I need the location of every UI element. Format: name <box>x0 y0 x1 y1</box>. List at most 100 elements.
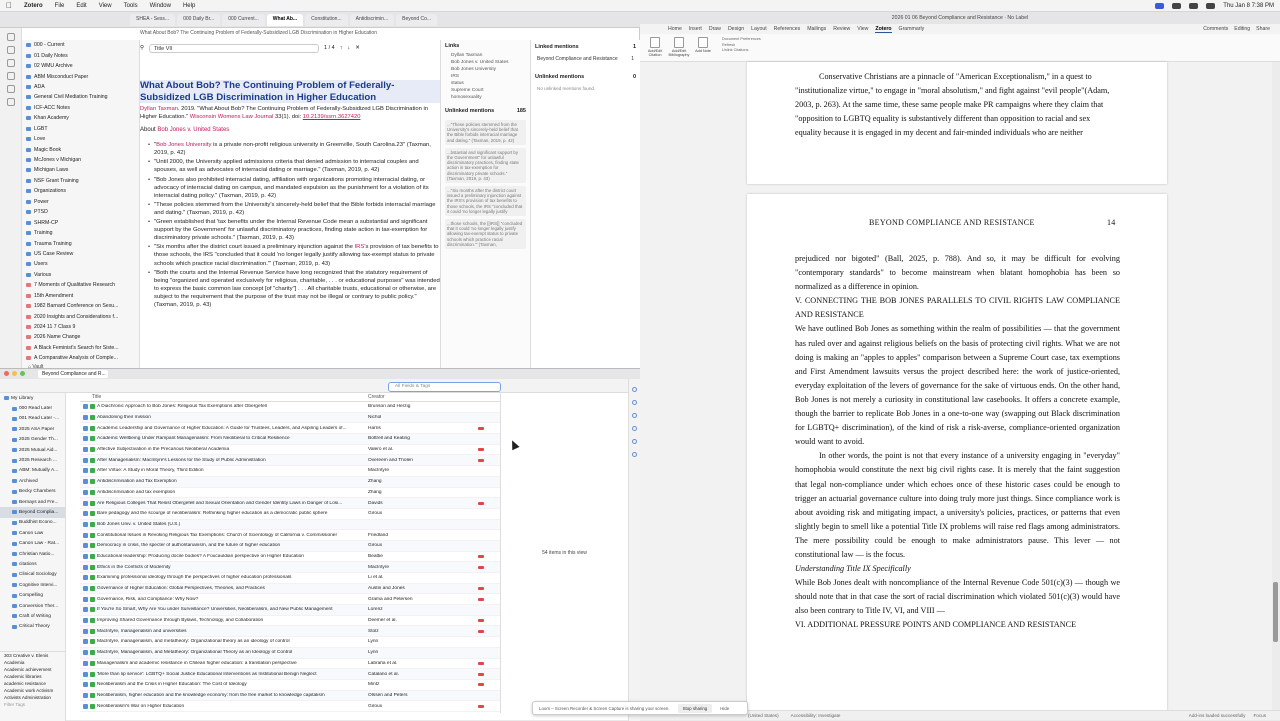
pdf-icon[interactable] <box>478 501 484 505</box>
table-row[interactable]: Ethics in the Conflicts of Modernity MacI… <box>80 562 500 573</box>
ribbon-tab-view[interactable]: View <box>857 26 868 32</box>
ribbon-tab-mailings[interactable]: Mailings <box>807 26 826 32</box>
tag-filter-input[interactable]: Filter Tags <box>0 701 65 708</box>
pdf-icon[interactable] <box>478 597 484 601</box>
table-row[interactable]: Academic Wellbeing Under Rampant Manager… <box>80 434 500 445</box>
ribbon-tab-grammarly[interactable]: Grammarly <box>899 26 925 32</box>
table-row[interactable]: Neoliberalism and the Crisis in Higher E… <box>80 680 500 691</box>
action-comments-button[interactable]: Comments <box>1203 26 1228 32</box>
library-collection[interactable]: Christian Natio... <box>0 549 65 559</box>
tab-note[interactable]: SHEA - Sess... <box>130 13 176 26</box>
pdf-icon[interactable] <box>478 661 484 665</box>
tag-item[interactable]: Academic libraries <box>0 673 65 680</box>
table-row[interactable]: Academic Leadership and Governance of Hi… <box>80 423 500 435</box>
collection-item[interactable]: Organizations <box>22 186 139 196</box>
collection-item[interactable]: ICF-ACC Notes <box>22 103 139 113</box>
library-collection[interactable]: 2025 Research ... <box>0 455 65 465</box>
doc-preferences-button[interactable]: Document Preferences <box>722 37 761 43</box>
table-row[interactable]: After Managerialism: MacIntyre's Lessons… <box>80 455 500 467</box>
table-row[interactable]: Antidiscrimination and Tax Exemption Zhan… <box>80 476 500 488</box>
journal-link[interactable]: Wisconsin Womens Law Journal <box>190 114 274 120</box>
find-input[interactable]: Title VII <box>149 43 320 53</box>
tag-item[interactable]: academic resistance <box>0 680 65 687</box>
library-collection[interactable]: Canon Law <box>0 528 65 538</box>
collection-item[interactable]: 1982 Barnard Conference on Sexu... <box>22 301 139 311</box>
about-link[interactable]: Bob Jones v. United States <box>157 127 229 133</box>
library-collection[interactable]: 2025 Gender Th... <box>0 435 65 445</box>
table-row[interactable]: Governance, Risk, and Compliance: Why No… <box>80 594 500 606</box>
table-row[interactable]: Bob Jones Univ. v. United States (U.S.) <box>80 519 500 531</box>
table-row[interactable]: Antidiscrimination and tax exemption Zhan… <box>80 488 500 499</box>
stop-sharing-button[interactable]: Stop sharing <box>677 703 713 713</box>
pdf-icon[interactable] <box>478 619 484 623</box>
close-window-icon[interactable] <box>4 371 9 376</box>
highlight-link[interactable]: Bob Jones University <box>156 142 211 148</box>
table-row[interactable]: 'More than lip service': LGBTQ+ Social J… <box>80 669 500 680</box>
library-collection[interactable]: 2025 Mutual Aid... <box>0 445 65 455</box>
ribbon-tab-layout[interactable]: Layout <box>751 26 767 32</box>
search-icon[interactable] <box>7 85 15 93</box>
tab-note[interactable]: Antidiscrimin... <box>349 13 395 26</box>
library-collection[interactable]: ABM: Mutually A... <box>0 466 65 476</box>
table-row[interactable]: MacIntyre, managerialism, and metatheory… <box>80 637 500 648</box>
add-citation-button[interactable]: Add/Edit Citation <box>644 36 666 57</box>
outgoing-link[interactable]: Bob Jones University <box>441 66 530 73</box>
collection-item[interactable]: Training <box>22 228 139 238</box>
collection-item[interactable]: Trauma Training <box>22 238 139 248</box>
library-collection[interactable]: Conversion Ther... <box>0 601 65 611</box>
table-row[interactable]: Affective Subjectivation in the Precario… <box>80 445 500 456</box>
library-collection[interactable]: Bernays and Fre... <box>0 497 65 507</box>
accessibility-status[interactable]: Accessibility: Investigate <box>791 713 841 718</box>
pdf-icon[interactable] <box>478 448 484 452</box>
table-row[interactable]: Neoliberalism's War on Higher Education G… <box>80 701 500 712</box>
column-creator[interactable]: Creator <box>368 394 478 400</box>
collection-item[interactable]: McJones v Michigan <box>22 155 139 165</box>
zoom-window-icon[interactable] <box>20 371 25 376</box>
add-bibliography-button[interactable]: Add/Edit Bibliography <box>668 36 690 57</box>
tag-item[interactable]: Activists Administration <box>0 694 65 701</box>
library-collection[interactable]: 2025 ASA Paper <box>0 424 65 434</box>
unlinked-mention[interactable]: ...those schools, the [[IRS]] "concluded… <box>445 219 526 250</box>
collection-item[interactable]: 01 Daily Notes <box>22 50 139 60</box>
ribbon-tab-design[interactable]: Design <box>728 26 744 32</box>
library-collection[interactable]: Compelling <box>0 590 65 600</box>
table-row[interactable]: Democracy in crisis, the specter of auth… <box>80 540 500 552</box>
ribbon-tab-home[interactable]: Home <box>668 26 682 32</box>
table-row[interactable]: Neoliberalism, higher education and the … <box>80 690 500 702</box>
ribbon-tab-zotero[interactable]: Zotero <box>875 26 892 33</box>
minimize-window-icon[interactable] <box>12 371 17 376</box>
unlinked-mention[interactable]: ..."Six months after the district court … <box>445 186 526 217</box>
table-row[interactable]: Governance of Higher Education: Global P… <box>80 583 500 595</box>
unlink-citations-button[interactable]: Unlink Citations <box>722 48 761 54</box>
tab-note[interactable]: Constitution... <box>305 13 348 26</box>
note-editor[interactable]: What About Bob? The Continuing Problem o… <box>140 80 440 370</box>
menu-tools[interactable]: Tools <box>124 3 138 9</box>
notes-icon[interactable] <box>7 46 15 54</box>
apple-menu-icon[interactable]:  <box>6 1 12 10</box>
outgoing-link[interactable]: Dyllan Taxman <box>441 52 530 59</box>
library-collection[interactable]: Archived <box>0 476 65 486</box>
settings-icon[interactable] <box>7 98 15 106</box>
collection-item[interactable]: 02 WMU Archive <box>22 61 139 71</box>
table-row[interactable]: Are Religious Colleges That Resist Oberg… <box>80 498 500 509</box>
ribbon-tab-insert[interactable]: Insert <box>689 26 702 32</box>
tag-item[interactable]: Academic achievement <box>0 666 65 673</box>
table-row[interactable]: Bare pedagogy and the scourge of neolibe… <box>80 509 500 520</box>
table-row[interactable]: After Virtue: A Study in Moral Theory, T… <box>80 466 500 477</box>
table-row[interactable]: Examining professional ideology through … <box>80 573 500 584</box>
collection-item[interactable]: 2020 Insights and Considerations f... <box>22 311 139 321</box>
collection-item[interactable]: A Comparative Analysis of Comple... <box>22 353 139 363</box>
add-note-button[interactable]: Add Note <box>692 36 714 53</box>
tags-icon[interactable] <box>632 439 637 444</box>
menu-window[interactable]: Window <box>150 3 171 9</box>
notes-icon[interactable] <box>632 426 637 431</box>
outgoing-link[interactable]: Supreme Court <box>441 87 530 94</box>
tab-note[interactable]: 000 Daily Br... <box>177 13 221 26</box>
menu-clock[interactable]: Thu Jan 8 7:38 PM <box>1223 3 1274 9</box>
battery-icon[interactable] <box>1172 2 1182 9</box>
collection-item[interactable]: A Black Feminist's Search for Siste... <box>22 343 139 353</box>
tag-item[interactable]: 303 Creative v. Elenis <box>0 652 65 659</box>
menu-edit[interactable]: Edit <box>76 3 86 9</box>
library-tab[interactable]: Beyond Compliance and R... <box>38 370 108 378</box>
document-page[interactable]: BEYOND COMPLIANCE AND RESISTANCE 14 preju… <box>747 194 1167 714</box>
